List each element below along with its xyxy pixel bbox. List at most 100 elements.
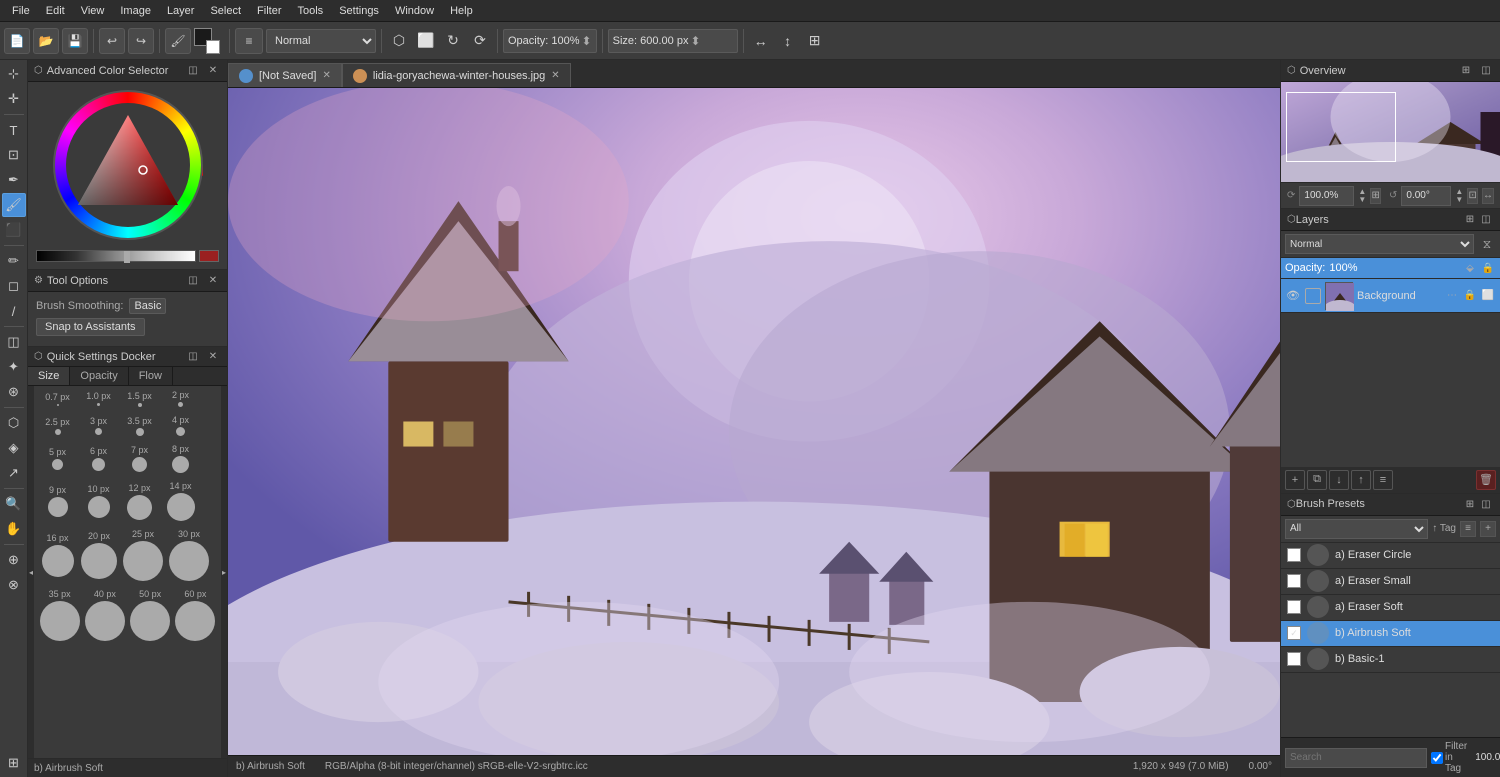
tool-line[interactable]: / bbox=[2, 299, 26, 323]
zoom-down[interactable]: ▼ bbox=[1358, 196, 1366, 204]
menu-file[interactable]: File bbox=[4, 3, 38, 19]
canvas-layout-button[interactable]: ⊡ bbox=[1467, 188, 1478, 204]
brush-presets-expand[interactable]: ⊞ bbox=[1462, 496, 1478, 512]
tab-winter-close[interactable]: ✕ bbox=[551, 70, 559, 81]
canvas-viewport[interactable] bbox=[228, 88, 1280, 755]
menu-layer[interactable]: Layer bbox=[159, 3, 203, 19]
tool-pen[interactable]: ✏ bbox=[2, 249, 26, 273]
delete-layer-button[interactable]: 🗑 bbox=[1476, 470, 1496, 490]
tool-filter[interactable]: ⬡ bbox=[2, 411, 26, 435]
opacity-arrow[interactable]: ⬍ bbox=[582, 34, 592, 48]
tool-text[interactable]: T bbox=[2, 118, 26, 142]
color-selector-close[interactable]: ✕ bbox=[205, 63, 221, 79]
tool-pan[interactable]: ✋ bbox=[2, 517, 26, 541]
layer-lock[interactable]: 🔒 bbox=[1480, 260, 1496, 276]
tool-fill[interactable]: ⬛ bbox=[2, 218, 26, 242]
brush-preset-item[interactable]: b) Basic-1 bbox=[1281, 647, 1500, 673]
brush-size-item[interactable]: 8 px bbox=[163, 444, 198, 473]
brush-size-item[interactable]: 1.5 px bbox=[122, 391, 157, 407]
layers-expand[interactable]: ⊞ bbox=[1462, 212, 1478, 228]
brush-size-item[interactable]: 4 px bbox=[163, 415, 198, 436]
brush-size-item[interactable]: 30 px bbox=[169, 529, 209, 581]
menu-help[interactable]: Help bbox=[442, 3, 481, 19]
brush-size-item[interactable]: 1.0 px bbox=[81, 391, 116, 406]
brush-size-item[interactable]: 5 px bbox=[40, 447, 75, 470]
layer-visibility-icon[interactable]: 👁 bbox=[1285, 288, 1301, 304]
brush-size-item[interactable]: 60 px bbox=[176, 589, 215, 641]
add-layer-button[interactable]: + bbox=[1285, 470, 1305, 490]
brush-size-item[interactable]: 12 px bbox=[122, 483, 157, 520]
tool-assistant[interactable]: ◈ bbox=[2, 436, 26, 460]
save-file-button[interactable]: 💾 bbox=[62, 28, 88, 54]
eraser-button[interactable]: ⬡ bbox=[387, 29, 411, 53]
brush-size-item[interactable]: 2.5 px bbox=[40, 417, 75, 435]
brush-tag-select[interactable]: All bbox=[1285, 519, 1428, 539]
undo-button[interactable]: ↩ bbox=[99, 28, 125, 54]
rotation-down[interactable]: ▼ bbox=[1455, 196, 1463, 204]
opacity-control[interactable]: Opacity: 100% ⬍ bbox=[503, 29, 597, 53]
tab-winter[interactable]: lidia-goryachewa-winter-houses.jpg ✕ bbox=[342, 63, 571, 87]
layer-properties-button[interactable]: ≡ bbox=[1373, 470, 1393, 490]
preserve-alpha-button[interactable]: ⬜ bbox=[414, 29, 438, 53]
brush-add-button[interactable]: + bbox=[1480, 521, 1496, 537]
brush-search-input[interactable] bbox=[1285, 748, 1427, 768]
layer-up-button[interactable]: ↑ bbox=[1351, 470, 1371, 490]
tool-clone[interactable]: ⊛ bbox=[2, 380, 26, 404]
tool-shape[interactable]: ◻ bbox=[2, 274, 26, 298]
open-file-button[interactable]: 📂 bbox=[33, 28, 59, 54]
tool-eyedropper[interactable]: ✒ bbox=[2, 168, 26, 192]
brush-size-item[interactable]: 40 px bbox=[85, 589, 124, 641]
quick-settings-pin[interactable]: ◫ bbox=[185, 349, 201, 365]
layers-pin[interactable]: ◫ bbox=[1478, 212, 1494, 228]
lock-button[interactable]: ⊞ bbox=[803, 29, 827, 53]
layer-alpha-btn[interactable]: ⬜ bbox=[1480, 288, 1496, 304]
rotation-steppers[interactable]: ▲ ▼ bbox=[1455, 188, 1463, 204]
tool-crop[interactable]: ⊡ bbox=[2, 143, 26, 167]
brush-size-item[interactable]: 20 px bbox=[81, 531, 117, 579]
size-control[interactable]: Size: 600.00 px ⬍ bbox=[608, 29, 738, 53]
tool-measure[interactable]: ↗ bbox=[2, 461, 26, 485]
brush-presets-pin[interactable]: ◫ bbox=[1478, 496, 1494, 512]
brush-tool-button[interactable]: 🖌 bbox=[165, 28, 191, 54]
tab-flow[interactable]: Flow bbox=[129, 367, 173, 385]
rotation-input[interactable] bbox=[1401, 186, 1451, 206]
layers-mode-select[interactable]: Normal bbox=[1285, 234, 1474, 254]
canvas-mirror-button[interactable]: ↔ bbox=[1482, 188, 1494, 204]
refresh-button[interactable]: ⟳ bbox=[468, 29, 492, 53]
brush-size-item[interactable]: 50 px bbox=[131, 589, 170, 641]
brush-size-item[interactable]: 14 px bbox=[163, 481, 198, 521]
brush-size-item[interactable]: 25 px bbox=[123, 529, 163, 581]
tool-brush[interactable]: 🖌 bbox=[2, 193, 26, 217]
tab-opacity[interactable]: Opacity bbox=[70, 367, 128, 385]
menu-tools[interactable]: Tools bbox=[290, 3, 332, 19]
brush-size-item[interactable]: 7 px bbox=[122, 445, 157, 472]
overview-expand[interactable]: ⊞ bbox=[1458, 63, 1474, 79]
tool-select[interactable]: ⊹ bbox=[2, 62, 26, 86]
brush-size-item[interactable]: 2 px bbox=[163, 390, 198, 407]
brush-settings-button[interactable]: ≡ bbox=[235, 28, 263, 54]
menu-window[interactable]: Window bbox=[387, 3, 442, 19]
brush-view-toggle[interactable]: ≡ bbox=[1460, 521, 1476, 537]
snap-button[interactable]: Snap to Assistants bbox=[36, 318, 145, 336]
brush-size-item[interactable]: 35 px bbox=[40, 589, 79, 641]
layer-down-button[interactable]: ↓ bbox=[1329, 470, 1349, 490]
color-selector-widget[interactable] bbox=[194, 28, 220, 54]
tool-move[interactable]: ✛ bbox=[2, 87, 26, 111]
tool-options-pin[interactable]: ◫ bbox=[185, 273, 201, 289]
menu-image[interactable]: Image bbox=[112, 3, 159, 19]
brush-size-item[interactable]: 16 px bbox=[40, 533, 75, 577]
triangle-overlay[interactable] bbox=[73, 110, 183, 220]
size-arrow[interactable]: ⬍ bbox=[690, 34, 700, 48]
menu-select[interactable]: Select bbox=[202, 3, 249, 19]
tool-zoom[interactable]: 🔍 bbox=[2, 492, 26, 516]
menu-settings[interactable]: Settings bbox=[331, 3, 387, 19]
redo-button[interactable]: ↪ bbox=[128, 28, 154, 54]
tool-options-close[interactable]: ✕ bbox=[205, 273, 221, 289]
filter-in-tag-checkbox[interactable] bbox=[1431, 752, 1443, 764]
scroll-right[interactable]: ▸ bbox=[221, 386, 227, 758]
quick-settings-close[interactable]: ✕ bbox=[205, 349, 221, 365]
new-file-button[interactable]: 📄 bbox=[4, 28, 30, 54]
brush-preset-item[interactable]: a) Eraser Small bbox=[1281, 569, 1500, 595]
duplicate-layer-button[interactable]: ⧉ bbox=[1307, 470, 1327, 490]
color-wheel-wrapper[interactable] bbox=[53, 90, 203, 240]
